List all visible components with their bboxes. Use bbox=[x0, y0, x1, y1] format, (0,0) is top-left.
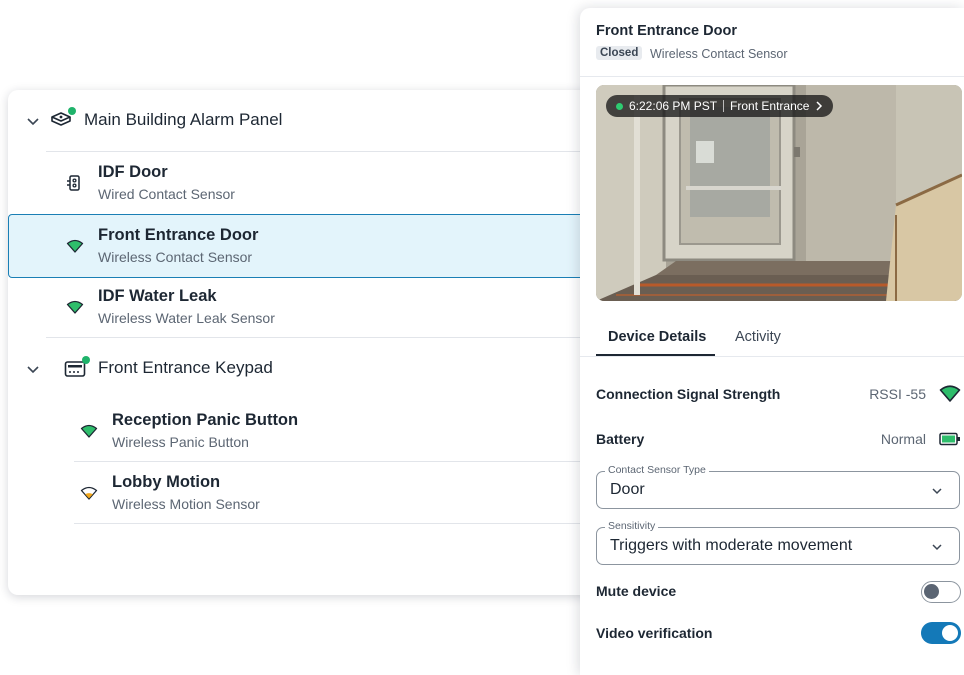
tab-device-details[interactable]: Device Details bbox=[608, 329, 706, 345]
group-row-main-building[interactable]: Main Building Alarm Panel bbox=[8, 90, 608, 152]
divider bbox=[580, 356, 964, 357]
sensitivity-select[interactable]: Sensitivity Triggers with moderate movem… bbox=[596, 520, 960, 565]
toggle-knob bbox=[942, 625, 958, 641]
online-status-dot bbox=[68, 107, 76, 115]
chevron-down-icon bbox=[932, 488, 942, 495]
device-name: Lobby Motion bbox=[112, 473, 221, 491]
tab-activity[interactable]: Activity bbox=[735, 329, 781, 345]
select-legend: Contact Sensor Type bbox=[605, 464, 709, 476]
device-row-front-entrance-door[interactable]: Front Entrance Door Wireless Contact Sen… bbox=[8, 214, 608, 278]
group-title: Front Entrance Keypad bbox=[98, 358, 273, 377]
alarm-panel-icon bbox=[50, 107, 76, 131]
divider bbox=[580, 76, 964, 77]
tab-bar: Device Details Activity bbox=[596, 326, 964, 357]
mute-device-label: Mute device bbox=[596, 583, 677, 599]
select-legend: Sensitivity bbox=[605, 520, 659, 532]
device-tree: Main Building Alarm Panel IDF Door Wired… bbox=[8, 90, 608, 595]
camera-overlay-link[interactable]: 6:22:06 PM PST Front Entrance bbox=[606, 95, 834, 117]
battery-value: Normal bbox=[880, 431, 926, 447]
device-row-idf-water-leak[interactable]: IDF Water Leak Wireless Water Leak Senso… bbox=[8, 276, 608, 338]
device-name: IDF Water Leak bbox=[98, 287, 217, 305]
wifi-signal-icon bbox=[939, 385, 961, 402]
device-name: Reception Panic Button bbox=[112, 411, 299, 429]
device-row-idf-door[interactable]: IDF Door Wired Contact Sensor bbox=[8, 152, 608, 214]
signal-strength-value: RSSI -55 bbox=[869, 386, 926, 402]
device-name: IDF Door bbox=[98, 163, 168, 181]
toggle-knob bbox=[924, 584, 939, 599]
contact-sensor-type-select[interactable]: Contact Sensor Type Door bbox=[596, 464, 960, 509]
wifi-signal-icon bbox=[66, 300, 84, 314]
device-type: Wireless Contact Sensor bbox=[98, 249, 253, 265]
battery-label: Battery bbox=[596, 431, 645, 447]
device-detail-panel: Front Entrance Door Closed Wireless Cont… bbox=[580, 8, 964, 675]
device-type: Wireless Panic Button bbox=[112, 434, 249, 450]
group-row-front-entrance-keypad[interactable]: Front Entrance Keypad bbox=[8, 338, 608, 400]
wifi-signal-weak-icon bbox=[80, 486, 98, 500]
wired-contact-icon bbox=[67, 175, 80, 191]
chevron-down-icon[interactable] bbox=[26, 114, 40, 128]
camera-name: Front Entrance bbox=[730, 99, 810, 113]
signal-strength-label: Connection Signal Strength bbox=[596, 386, 781, 402]
panel-title: Front Entrance Door bbox=[596, 23, 737, 39]
keypad-icon bbox=[64, 356, 90, 380]
online-status-dot bbox=[82, 356, 90, 364]
camera-time: 6:22:06 PM PST bbox=[629, 99, 718, 113]
device-type: Wired Contact Sensor bbox=[98, 186, 235, 202]
wifi-signal-icon bbox=[66, 239, 84, 253]
status-badge: Closed bbox=[596, 46, 643, 60]
device-name: Front Entrance Door bbox=[98, 226, 259, 244]
device-type: Wireless Motion Sensor bbox=[112, 496, 260, 512]
select-value: Triggers with moderate movement bbox=[610, 537, 853, 554]
divider bbox=[74, 523, 608, 524]
group-title: Main Building Alarm Panel bbox=[84, 110, 283, 129]
battery-icon bbox=[939, 432, 960, 446]
live-indicator-icon bbox=[616, 102, 623, 110]
chevron-right-icon bbox=[816, 101, 823, 111]
camera-image bbox=[596, 85, 962, 301]
video-verification-toggle[interactable] bbox=[921, 622, 961, 644]
device-row-reception-panic-button[interactable]: Reception Panic Button Wireless Panic Bu… bbox=[8, 400, 608, 462]
chevron-down-icon[interactable] bbox=[26, 362, 40, 376]
panel-subtitle: Wireless Contact Sensor bbox=[650, 47, 788, 61]
device-row-lobby-motion[interactable]: Lobby Motion Wireless Motion Sensor bbox=[8, 462, 608, 524]
chevron-down-icon bbox=[932, 544, 942, 551]
device-type: Wireless Water Leak Sensor bbox=[98, 310, 275, 326]
select-value: Door bbox=[610, 481, 645, 498]
wifi-signal-icon bbox=[80, 424, 98, 438]
video-verification-label: Video verification bbox=[596, 625, 713, 641]
camera-feed[interactable]: 6:22:06 PM PST Front Entrance bbox=[596, 85, 962, 301]
mute-device-toggle[interactable] bbox=[921, 581, 961, 603]
divider bbox=[723, 100, 725, 112]
